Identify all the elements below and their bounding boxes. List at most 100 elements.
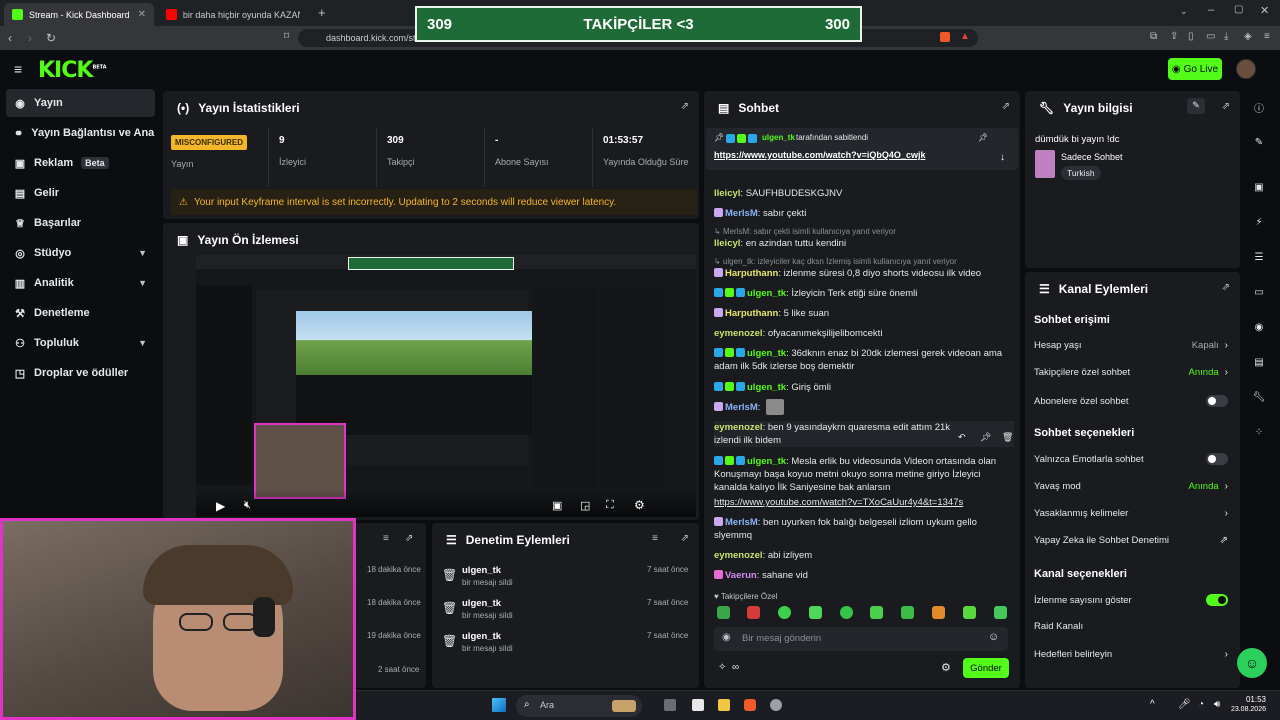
popout-icon[interactable]: ⇗ — [405, 533, 413, 544]
pinned-by-user[interactable]: ulgen_tk — [762, 133, 795, 142]
chat-input[interactable]: ◉ Bir mesaj gönderin ☺ — [714, 627, 1008, 651]
pinned-link[interactable]: https://www.youtube.com/watch?v=iQbQ4O_c… — [714, 150, 925, 160]
emoji-picker-icon[interactable]: ☺ — [988, 631, 999, 643]
emote-icon[interactable] — [932, 606, 945, 619]
broadcast-widget-icon[interactable]: ◉ — [1250, 318, 1268, 336]
emote-only-toggle[interactable] — [1206, 453, 1228, 465]
rewards-icon[interactable]: ▲ — [960, 31, 970, 42]
theater-mode-icon[interactable]: ▣ — [552, 499, 562, 512]
chat-username[interactable]: ulgen_tk — [747, 288, 786, 299]
brave-browser-icon[interactable] — [744, 699, 756, 711]
bookmark-icon[interactable]: ⌑ — [284, 31, 289, 42]
popout-icon[interactable]: ⇗ — [1002, 101, 1010, 112]
send-button[interactable]: Gönder — [963, 658, 1009, 678]
chat-username[interactable]: MerlsM — [725, 402, 758, 413]
wrench-widget-icon[interactable]: 🔧︎ — [1250, 388, 1268, 406]
help-fab-button[interactable]: ☺ — [1237, 648, 1267, 678]
wallet-icon[interactable]: ▭ — [1206, 31, 1215, 42]
popout-icon[interactable]: ⇗ — [681, 533, 689, 544]
stream-preview-video[interactable]: ▶ 🔇︎ ▣ ◲ ⛶ ⚙ — [196, 255, 696, 517]
slow-mode-row[interactable]: Yavaş mod Anında › — [1034, 481, 1228, 492]
forward-icon[interactable]: › — [28, 31, 32, 45]
chat-widget-icon[interactable]: ▭ — [1250, 283, 1268, 301]
account-age-row[interactable]: Hesap yaşı Kapalı › — [1034, 340, 1228, 351]
browser-tab-active[interactable]: Stream - Kick Dashboard ✕ — [4, 3, 154, 26]
download-icon[interactable]: ⤓ — [1224, 31, 1228, 42]
emote-icon[interactable] — [747, 606, 760, 619]
chat-username[interactable]: Vaerun — [725, 570, 757, 581]
chat-username[interactable]: lleicyl — [714, 188, 740, 199]
filter-icon[interactable]: ≡ — [652, 533, 658, 544]
popout-icon[interactable]: ⇗ — [1222, 101, 1230, 112]
minimize-icon[interactable]: – — [1208, 4, 1214, 16]
chat-username[interactable]: MerlsM — [725, 517, 758, 528]
chat-username[interactable]: MerlsM — [725, 208, 758, 219]
play-icon[interactable]: ▶ — [216, 499, 225, 513]
list-widget-icon[interactable]: ☰ — [1250, 248, 1268, 266]
taskbar-search[interactable]: ⌕ Ara — [516, 695, 642, 717]
close-tab-icon[interactable]: ✕ — [138, 9, 146, 20]
emote-icon[interactable] — [840, 606, 853, 619]
sidebar-item-revenue[interactable]: ▤ Gelir — [6, 179, 155, 207]
category-name[interactable]: Sadece Sohbet — [1061, 152, 1123, 162]
chat-settings-gear-icon[interactable]: ⚙ — [941, 661, 951, 674]
emote-icon[interactable] — [778, 606, 791, 619]
sidebar-item-community[interactable]: ⚇ Topluluk ▼ — [6, 329, 155, 357]
reload-icon[interactable]: ↻ — [46, 31, 56, 45]
emote-icon[interactable] — [963, 606, 976, 619]
emote-icon[interactable] — [717, 606, 730, 619]
banned-words-row[interactable]: Yasaklanmış kelimeler › — [1034, 508, 1228, 519]
unpin-icon[interactable]: 📌︎ — [978, 133, 988, 142]
sidebar-item-drops[interactable]: ◳ Droplar ve ödüller — [6, 359, 155, 387]
clock-time[interactable]: 01:53 — [1236, 695, 1266, 704]
raid-row[interactable]: Raid Kanalı — [1034, 621, 1228, 632]
menu-icon[interactable]: ≡ — [1264, 31, 1270, 42]
brave-shield-icon[interactable] — [940, 32, 950, 42]
share-icon[interactable]: ⇪ — [1170, 31, 1178, 42]
browser-tab[interactable]: bir daha hiçbir oyunda KAZANAMAY... — [158, 3, 308, 26]
edit-icon[interactable]: ✎ — [1187, 98, 1205, 114]
window-close-icon[interactable]: ✕ — [1260, 4, 1269, 17]
task-view-icon[interactable] — [664, 699, 676, 711]
sidebar-item-moderation[interactable]: ⚒ Denetleme — [6, 299, 155, 327]
delete-icon[interactable]: 🗑︎ — [1002, 432, 1013, 443]
mute-icon[interactable]: 🔇︎ — [244, 499, 251, 512]
show-viewers-toggle[interactable] — [1206, 594, 1228, 606]
chat-username[interactable]: Harputhann — [725, 308, 778, 319]
back-icon[interactable]: ‹ — [8, 31, 12, 45]
file-explorer-icon[interactable] — [718, 699, 730, 711]
emote-icon[interactable] — [809, 606, 822, 619]
volume-icon[interactable]: 🔊︎ — [1214, 699, 1220, 710]
emote-icon[interactable] — [994, 606, 1007, 619]
stats-widget-icon[interactable]: ▣ — [1250, 178, 1268, 196]
extensions-icon[interactable]: ⧉ — [1150, 31, 1157, 42]
fullscreen-icon[interactable]: ⛶ — [606, 499, 614, 512]
sidebar-toggle-icon[interactable]: ▯ — [1188, 31, 1194, 42]
emote-icon[interactable] — [901, 606, 914, 619]
chat-username[interactable]: ulgen_tk — [747, 382, 786, 393]
pip-icon[interactable]: ◲ — [580, 499, 590, 512]
subs-chat-toggle[interactable] — [1206, 395, 1228, 407]
sidebar-item-ads[interactable]: ▣ Reklam Beta — [6, 149, 155, 177]
popout-icon[interactable]: ⇗ — [681, 101, 689, 112]
sidebar-item-studio[interactable]: ◎ Stüdyo ▼ — [6, 239, 155, 267]
clock-date[interactable]: 23.08.2026 — [1222, 706, 1266, 713]
layout-widget-icon[interactable]: ▤ — [1250, 353, 1268, 371]
pin-icon[interactable]: 📌︎ — [980, 432, 991, 443]
settings-gear-icon[interactable]: ⚙ — [634, 498, 645, 512]
emote-icon[interactable] — [870, 606, 883, 619]
obs-icon[interactable] — [770, 699, 782, 711]
filter-icon[interactable]: ≡ — [383, 533, 389, 544]
edit-icon[interactable]: ✎ — [1250, 133, 1268, 151]
kick-logo[interactable]: KICKBETA — [38, 58, 107, 83]
chat-username[interactable]: ulgen_tk — [747, 348, 786, 359]
maximize-icon[interactable]: ▢ — [1234, 4, 1243, 15]
microphone-icon[interactable]: 🎤︎ — [1178, 699, 1191, 710]
infinity-icon[interactable]: ∞ — [732, 662, 739, 673]
chat-username[interactable]: lleicyl — [714, 238, 740, 249]
connections-icon[interactable]: ⁘ — [1250, 423, 1268, 441]
chat-username[interactable]: eymenozel — [714, 422, 763, 433]
chat-username[interactable]: Harputhann — [725, 268, 778, 279]
windows-start-icon[interactable] — [492, 698, 506, 712]
vpn-icon[interactable]: ◈ — [1244, 31, 1252, 42]
